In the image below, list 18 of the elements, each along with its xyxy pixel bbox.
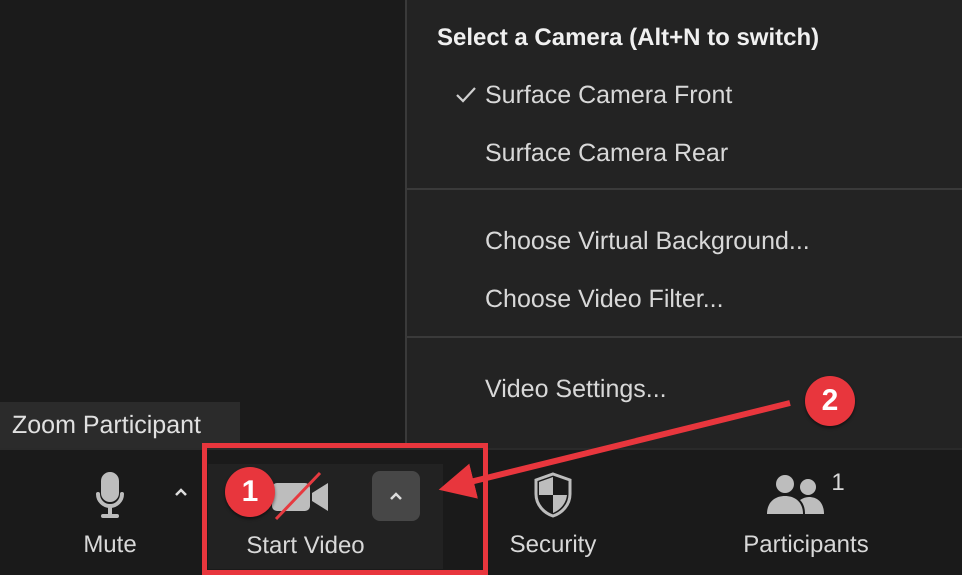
toolbar-label: Participants (743, 530, 869, 558)
caret-icon (174, 486, 188, 496)
menu-title: Select a Camera (Alt+N to switch) (436, 24, 820, 53)
menu-item[interactable]: Surface Camera Front (407, 66, 732, 124)
toolbar-label: Security (510, 530, 596, 558)
microphone-icon (95, 472, 125, 518)
participants-button[interactable]: 1 Participants (706, 450, 906, 575)
security-button[interactable]: Security (473, 450, 633, 575)
menu-item[interactable]: Surface Camera Rear (407, 124, 728, 182)
caret-icon (389, 491, 403, 501)
toolbar-label: Start Video (246, 532, 365, 560)
participant-count: 1 (831, 468, 845, 496)
shield-icon (533, 472, 573, 518)
tooltip: Zoom Participant (0, 402, 240, 448)
toolbar-label: Mute (83, 530, 137, 558)
menu-item[interactable]: Video Settings... (407, 360, 667, 418)
menu-item[interactable]: Choose Video Filter... (407, 270, 724, 328)
menu-item[interactable]: Choose Virtual Background... (407, 212, 810, 270)
